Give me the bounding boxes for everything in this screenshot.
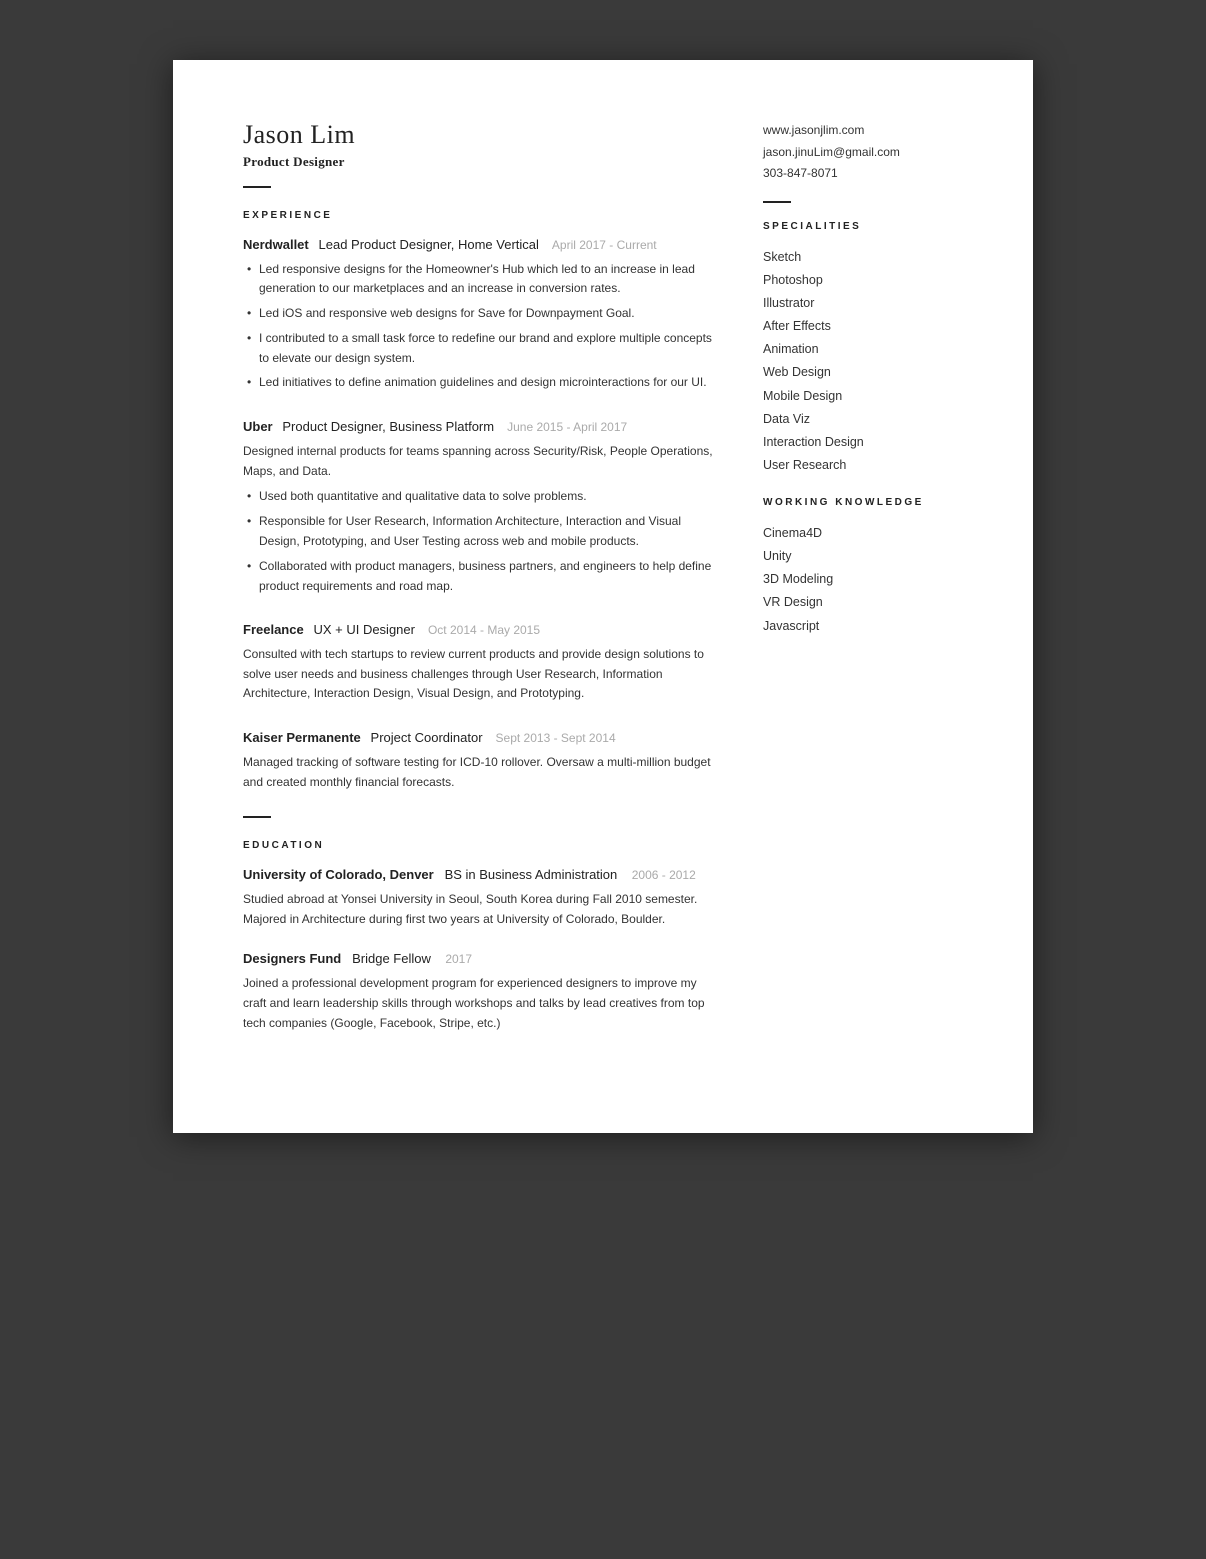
- contact-phone: 303-847-8071: [763, 163, 963, 185]
- header-section: Jason Lim Product Designer: [243, 120, 713, 188]
- skill-webdesign: Web Design: [763, 361, 963, 384]
- skill-sketch: Sketch: [763, 246, 963, 269]
- edu-degree-df: Bridge Fellow: [352, 951, 431, 966]
- exp-desc-freelance: Consulted with tech startups to review c…: [243, 645, 713, 704]
- edu-dates-ucd: 2006 - 2012: [632, 868, 696, 882]
- exp-dates-nerdwallet: April 2017 - Current: [552, 238, 657, 252]
- bullet-uber-0: Used both quantitative and qualitative d…: [243, 487, 713, 507]
- exp-header-uber: Uber Product Designer, Business Platform…: [243, 417, 713, 437]
- resume-paper: Jason Lim Product Designer EXPERIENCE Ne…: [173, 60, 1033, 1133]
- resume-layout: Jason Lim Product Designer EXPERIENCE Ne…: [243, 120, 963, 1053]
- skill-interactiondesign: Interaction Design: [763, 431, 963, 454]
- edu-institution-df: Designers Fund: [243, 951, 341, 966]
- exp-header-freelance: Freelance UX + UI Designer Oct 2014 - Ma…: [243, 620, 713, 640]
- exp-entry-kaiser: Kaiser Permanente Project Coordinator Se…: [243, 728, 713, 792]
- bullet-nerdwallet-3: Led initiatives to define animation guid…: [243, 373, 713, 393]
- exp-role-nerdwallet: Lead Product Designer, Home Vertical: [319, 237, 539, 252]
- exp-entry-nerdwallet: Nerdwallet Lead Product Designer, Home V…: [243, 235, 713, 393]
- wk-vrdesign: VR Design: [763, 591, 963, 614]
- right-column: www.jasonjlim.com jason.jinuLim@gmail.co…: [763, 120, 963, 1053]
- edu-header-df: Designers Fund Bridge Fellow 2017: [243, 949, 713, 969]
- exp-entry-freelance: Freelance UX + UI Designer Oct 2014 - Ma…: [243, 620, 713, 704]
- exp-entry-uber: Uber Product Designer, Business Platform…: [243, 417, 713, 596]
- exp-company-kaiser: Kaiser Permanente: [243, 730, 361, 745]
- wk-unity: Unity: [763, 545, 963, 568]
- bullet-nerdwallet-1: Led iOS and responsive web designs for S…: [243, 304, 713, 324]
- skill-animation: Animation: [763, 338, 963, 361]
- skill-aftereffects: After Effects: [763, 315, 963, 338]
- education-section: EDUCATION University of Colorado, Denver…: [243, 840, 713, 1033]
- exp-company-freelance: Freelance: [243, 622, 304, 637]
- working-knowledge-label: WORKING KNOWLEDGE: [763, 497, 963, 508]
- specialities-label: SPECIALITIES: [763, 221, 963, 232]
- exp-dates-uber: June 2015 - April 2017: [507, 420, 627, 434]
- education-label: EDUCATION: [243, 840, 713, 851]
- skill-mobiledesign: Mobile Design: [763, 385, 963, 408]
- contact-section: www.jasonjlim.com jason.jinuLim@gmail.co…: [763, 120, 963, 185]
- skill-userresearch: User Research: [763, 454, 963, 477]
- left-column: Jason Lim Product Designer EXPERIENCE Ne…: [243, 120, 713, 1053]
- exp-desc-kaiser: Managed tracking of software testing for…: [243, 753, 713, 793]
- edu-desc-df: Joined a professional development progra…: [243, 974, 713, 1033]
- exp-dates-freelance: Oct 2014 - May 2015: [428, 623, 540, 637]
- wk-javascript: Javascript: [763, 615, 963, 638]
- edu-desc-ucd: Studied abroad at Yonsei University in S…: [243, 890, 713, 930]
- exp-bullets-nerdwallet: Led responsive designs for the Homeowner…: [243, 260, 713, 394]
- edu-header-ucd: University of Colorado, Denver BS in Bus…: [243, 865, 713, 885]
- edu-dates-df: 2017: [445, 952, 472, 966]
- exp-role-kaiser: Project Coordinator: [371, 730, 483, 745]
- education-divider: [243, 816, 271, 818]
- contact-email: jason.jinuLim@gmail.com: [763, 142, 963, 164]
- exp-role-freelance: UX + UI Designer: [313, 622, 415, 637]
- bullet-uber-2: Collaborated with product managers, busi…: [243, 557, 713, 597]
- edu-entry-ucd: University of Colorado, Denver BS in Bus…: [243, 865, 713, 929]
- skill-photoshop: Photoshop: [763, 269, 963, 292]
- bullet-nerdwallet-2: I contributed to a small task force to r…: [243, 329, 713, 369]
- bullet-nerdwallet-0: Led responsive designs for the Homeowner…: [243, 260, 713, 300]
- candidate-name: Jason Lim: [243, 120, 713, 150]
- exp-header-kaiser: Kaiser Permanente Project Coordinator Se…: [243, 728, 713, 748]
- working-knowledge-section: WORKING KNOWLEDGE Cinema4D Unity 3D Mode…: [763, 497, 963, 638]
- contact-website: www.jasonjlim.com: [763, 120, 963, 142]
- header-divider: [243, 186, 271, 188]
- edu-entry-df: Designers Fund Bridge Fellow 2017 Joined…: [243, 949, 713, 1033]
- exp-dates-kaiser: Sept 2013 - Sept 2014: [496, 731, 616, 745]
- experience-label: EXPERIENCE: [243, 210, 713, 221]
- skill-illustrator: Illustrator: [763, 292, 963, 315]
- wk-cinema4d: Cinema4D: [763, 522, 963, 545]
- exp-header-nerdwallet: Nerdwallet Lead Product Designer, Home V…: [243, 235, 713, 255]
- edu-degree-ucd: BS in Business Administration: [445, 867, 618, 882]
- skill-dataviz: Data Viz: [763, 408, 963, 431]
- bullet-uber-1: Responsible for User Research, Informati…: [243, 512, 713, 552]
- exp-company-uber: Uber: [243, 419, 273, 434]
- exp-company-nerdwallet: Nerdwallet: [243, 237, 309, 252]
- right-divider-1: [763, 201, 791, 203]
- edu-institution-ucd: University of Colorado, Denver: [243, 867, 434, 882]
- exp-bullets-uber: Used both quantitative and qualitative d…: [243, 487, 713, 596]
- specialities-section: SPECIALITIES Sketch Photoshop Illustrato…: [763, 221, 963, 477]
- experience-section: EXPERIENCE Nerdwallet Lead Product Desig…: [243, 210, 713, 792]
- candidate-title: Product Designer: [243, 154, 713, 170]
- wk-3dmodeling: 3D Modeling: [763, 568, 963, 591]
- exp-role-uber: Product Designer, Business Platform: [282, 419, 494, 434]
- exp-desc-uber: Designed internal products for teams spa…: [243, 442, 713, 482]
